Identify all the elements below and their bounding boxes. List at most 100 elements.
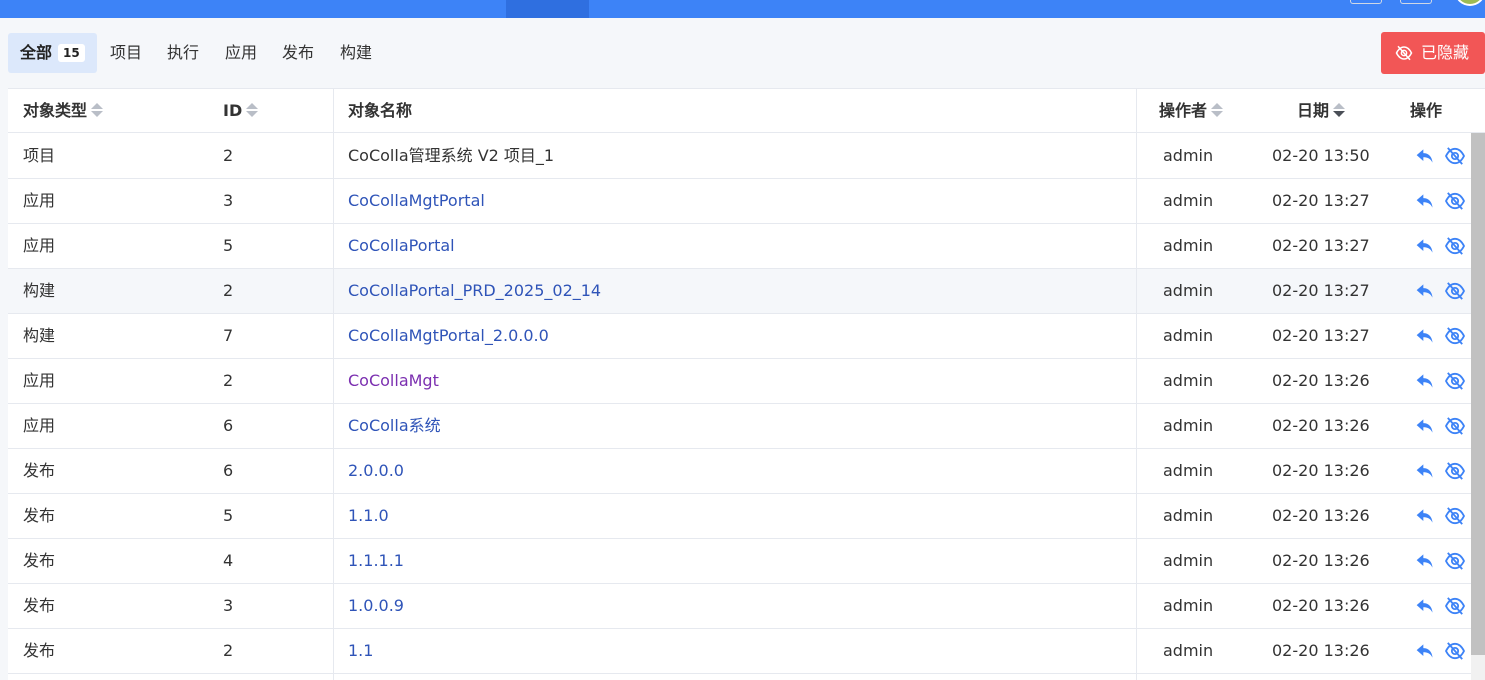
cell-object-name[interactable]: CoCollaPortal_PRD_2025_02_14 (348, 269, 601, 313)
filter-bar: 全部 15 项目 执行 应用 发布 构建 已隐藏 (0, 18, 1485, 88)
cell-date: 02-20 13:50 (1272, 146, 1370, 165)
reply-arrow-icon[interactable] (1415, 327, 1437, 345)
cell-id: 6 (223, 416, 234, 435)
column-header-date[interactable]: 日期 (1297, 89, 1346, 133)
filter-tab-label: 执行 (167, 43, 200, 62)
filter-tab-release[interactable]: 发布 (270, 33, 326, 73)
cell-date: 02-20 13:27 (1272, 191, 1370, 210)
cell-object-name[interactable]: 1.1.1.1 (348, 539, 404, 583)
cell-id: 4 (223, 551, 234, 570)
reply-arrow-icon[interactable] (1415, 417, 1437, 435)
cell-type: 构建 (23, 281, 56, 300)
reply-arrow-icon[interactable] (1415, 237, 1437, 255)
column-header-id[interactable]: ID (223, 89, 259, 133)
reply-arrow-icon[interactable] (1415, 552, 1437, 570)
scrollbar-thumb[interactable] (1471, 133, 1485, 655)
cell-date: 02-20 13:26 (1272, 416, 1370, 435)
cell-object-name: CoColla管理系统 V2 项目_1 (348, 146, 555, 165)
reply-arrow-icon[interactable] (1415, 462, 1437, 480)
reply-arrow-icon[interactable] (1415, 597, 1437, 615)
reply-arrow-icon[interactable] (1415, 282, 1437, 300)
filter-tab-label: 发布 (282, 43, 315, 62)
cell-object-name[interactable]: 1.0.0.9 (348, 584, 404, 628)
cell-operator: admin (1163, 371, 1214, 390)
cell-object-name[interactable]: 1.1 (348, 629, 373, 673)
cell-date: 02-20 13:26 (1272, 641, 1370, 660)
filter-tab-label: 应用 (225, 43, 258, 62)
navbar-button[interactable] (1350, 0, 1382, 4)
filter-tab-build[interactable]: 构建 (328, 33, 384, 73)
reply-arrow-icon[interactable] (1415, 192, 1437, 210)
filter-tab-application[interactable]: 应用 (213, 33, 269, 73)
column-label: 日期 (1297, 101, 1330, 120)
column-header-type[interactable]: 对象类型 (23, 89, 104, 133)
eye-off-icon[interactable] (1444, 327, 1466, 345)
cell-date: 02-20 13:26 (1272, 506, 1370, 525)
cell-object-name[interactable]: 2.0.0.0 (348, 449, 404, 493)
cell-operator: admin (1163, 326, 1214, 345)
cell-object-name[interactable]: 1.1.0 (348, 494, 389, 538)
cell-id: 2 (223, 146, 234, 165)
cell-operator: admin (1163, 506, 1214, 525)
eye-off-icon[interactable] (1444, 372, 1466, 390)
column-divider (1136, 89, 1137, 680)
sort-desc-icon[interactable] (1333, 103, 1346, 117)
sort-icon[interactable] (91, 103, 104, 117)
cell-type: 发布 (23, 461, 56, 480)
filter-tab-label: 项目 (110, 43, 143, 62)
cell-object-name[interactable]: CoCollaPortal (348, 224, 455, 268)
reply-arrow-icon[interactable] (1415, 642, 1437, 660)
table-row: 发布 3 1.0.0.9 admin 02-20 13:26 (8, 584, 1485, 629)
cell-type: 构建 (23, 326, 56, 345)
reply-arrow-icon[interactable] (1415, 147, 1437, 165)
active-nav-tab[interactable] (506, 0, 589, 18)
eye-off-icon[interactable] (1444, 282, 1466, 300)
filter-tab-all[interactable]: 全部 15 (8, 33, 97, 73)
column-header-operator[interactable]: 操作者 (1159, 89, 1224, 133)
hidden-button-label: 已隐藏 (1421, 43, 1470, 62)
table-row: 发布 5 1.1.0 admin 02-20 13:26 (8, 494, 1485, 539)
filter-tab-project[interactable]: 项目 (98, 33, 154, 73)
cell-date: 02-20 13:27 (1272, 281, 1370, 300)
count-badge: 15 (58, 44, 85, 62)
cell-object-name[interactable]: CoCollaMgtPortal_2.0.0.0 (348, 314, 549, 358)
cell-type: 应用 (23, 236, 56, 255)
filter-tab-execution[interactable]: 执行 (155, 33, 211, 73)
table-row: 构建 2 CoCollaPortal_PRD_2025_02_14 admin 02-2… (8, 269, 1485, 314)
column-label: 对象名称 (348, 101, 413, 120)
cell-object-name[interactable]: CoCollaMgt (348, 359, 439, 403)
avatar[interactable] (1455, 0, 1485, 6)
eye-off-icon[interactable] (1444, 597, 1466, 615)
eye-off-icon[interactable] (1444, 642, 1466, 660)
sort-icon[interactable] (246, 103, 259, 117)
cell-operator: admin (1163, 416, 1214, 435)
eye-off-icon[interactable] (1444, 147, 1466, 165)
cell-id: 7 (223, 326, 234, 345)
cell-object-name[interactable]: CoCollaMgtPortal (348, 179, 485, 223)
eye-off-icon[interactable] (1444, 507, 1466, 525)
eye-off-icon[interactable] (1444, 417, 1466, 435)
column-header-actions: 操作 (1410, 89, 1442, 133)
navbar-button[interactable] (1400, 0, 1432, 4)
table-row: 应用 6 CoColla系统 admin 02-20 13:26 (8, 404, 1485, 449)
cell-type: 应用 (23, 371, 56, 390)
eye-off-icon[interactable] (1444, 192, 1466, 210)
table-row: 应用 5 CoCollaPortal admin 02-20 13:27 (8, 224, 1485, 269)
cell-object-name[interactable]: CoColla系统 (348, 404, 441, 448)
top-navbar (0, 0, 1485, 18)
eye-off-icon[interactable] (1444, 237, 1466, 255)
eye-off-icon[interactable] (1444, 462, 1466, 480)
table-row: 发布 4 1.1.1.1 admin 02-20 13:26 (8, 539, 1485, 584)
sort-icon[interactable] (1211, 103, 1224, 117)
reply-arrow-icon[interactable] (1415, 372, 1437, 390)
cell-type: 项目 (23, 146, 56, 165)
column-label: 操作者 (1159, 101, 1208, 120)
hidden-items-button[interactable]: 已隐藏 (1381, 32, 1485, 74)
cell-operator: admin (1163, 641, 1214, 660)
column-divider (333, 89, 334, 680)
cell-type: 应用 (23, 416, 56, 435)
cell-operator: admin (1163, 191, 1214, 210)
eye-off-icon[interactable] (1444, 552, 1466, 570)
cell-id: 5 (223, 506, 234, 525)
reply-arrow-icon[interactable] (1415, 507, 1437, 525)
